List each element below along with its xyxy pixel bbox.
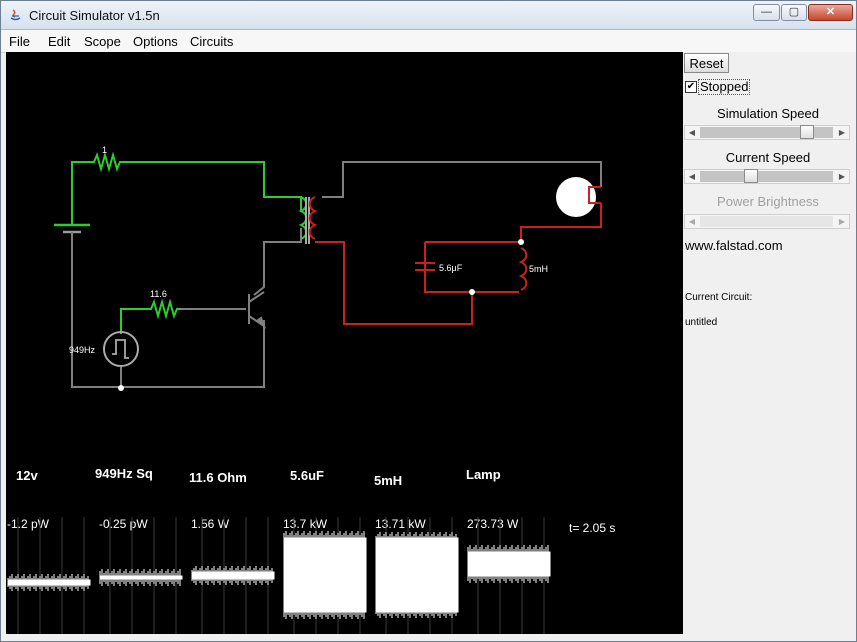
scroll-right-icon: ▶: [838, 217, 846, 226]
title-bar[interactable]: Circuit Simulator v1.5n — ▢ ✕: [1, 1, 856, 30]
slider-thumb[interactable]: [744, 169, 759, 183]
scroll-right-icon[interactable]: ▶: [836, 170, 848, 183]
app-window: Circuit Simulator v1.5n — ▢ ✕ File Edit …: [0, 0, 857, 642]
menu-edit[interactable]: Edit: [48, 34, 70, 49]
scope-name-5mh: 5mH: [374, 473, 402, 488]
java-app-icon: [10, 9, 21, 21]
scope-reading: 273.73 W: [467, 517, 519, 531]
maximize-icon: ▢: [788, 6, 800, 18]
current-speed-label: Current Speed: [725, 150, 811, 165]
time-readout: t= 2.05 s: [569, 521, 615, 535]
window-title: Circuit Simulator v1.5n: [29, 8, 160, 23]
minimize-button[interactable]: —: [753, 4, 780, 21]
resistor-11.6ohm[interactable]: [148, 298, 180, 320]
scope-gridlines: [17, 517, 545, 634]
circuit-drawing[interactable]: 1 11.6 949Hz 5.6μF 5mH 12v 949Hz Sq 11.6…: [6, 52, 683, 634]
scope-name-11.6ohm: 11.6 Ohm: [189, 470, 247, 485]
menu-file[interactable]: File: [9, 34, 30, 49]
scroll-left-icon[interactable]: ◀: [686, 170, 698, 183]
scope-area[interactable]: 12v 949Hz Sq 11.6 Ohm 5.6uF 5mH Lamp -1.…: [7, 466, 615, 634]
website-link[interactable]: www.falstad.com: [685, 238, 783, 253]
inductor-label: 5mH: [529, 264, 548, 274]
minimize-icon: —: [761, 6, 772, 18]
scope-reading: -1.2 pW: [7, 517, 50, 531]
lamp[interactable]: [556, 177, 601, 217]
simulation-speed-label: Simulation Speed: [717, 106, 819, 121]
scope-name-12v: 12v: [16, 468, 38, 483]
capacitor-label: 5.6μF: [439, 263, 463, 273]
stopped-label[interactable]: Stopped: [698, 79, 751, 95]
scroll-left-icon[interactable]: ◀: [686, 126, 698, 139]
scroll-left-icon: ◀: [688, 217, 696, 226]
npn-transistor[interactable]: [248, 291, 267, 329]
resistor-1ohm[interactable]: [91, 151, 123, 173]
source-label: 949Hz: [69, 345, 96, 355]
scope-name-lamp: Lamp: [466, 467, 501, 482]
slider-track[interactable]: [700, 171, 833, 182]
maximize-button[interactable]: ▢: [781, 4, 807, 21]
close-icon: ✕: [825, 6, 836, 18]
circuit-canvas[interactable]: 1 11.6 949Hz 5.6μF 5mH 12v 949Hz Sq 11.6…: [6, 52, 683, 634]
wires-gray[interactable]: [71, 161, 602, 388]
square-wave-source[interactable]: [103, 331, 139, 367]
node-dots: [118, 239, 524, 391]
scope-traces: [7, 531, 551, 619]
scope-name-949hz: 949Hz Sq: [95, 466, 153, 481]
transformer[interactable]: [298, 196, 318, 244]
current-speed-slider[interactable]: ◀ ▶: [684, 169, 850, 184]
menu-options[interactable]: Options: [133, 34, 178, 49]
control-panel: Reset ✔ Stopped Simulation Speed ◀ ▶ Cur…: [683, 52, 856, 634]
menu-circuits[interactable]: Circuits: [190, 34, 233, 49]
inductor-5mh[interactable]: [518, 247, 528, 291]
menu-bar: File Edit Scope Options Circuits: [1, 30, 856, 53]
stopped-checkbox[interactable]: ✔: [685, 81, 697, 93]
checkmark-icon: ✔: [686, 81, 696, 92]
reset-button[interactable]: Reset: [684, 53, 729, 73]
simulation-speed-slider[interactable]: ◀ ▶: [684, 125, 850, 140]
scope-reading: 13.7 kW: [283, 517, 328, 531]
scope-reading: 13.71 kW: [375, 517, 426, 531]
current-circuit-label: Current Circuit:: [685, 292, 753, 303]
scope-name-5.6uf: 5.6uF: [290, 468, 324, 483]
power-brightness-label: Power Brightness: [717, 194, 819, 209]
scope-reading: -0.25 pW: [99, 517, 148, 531]
current-circuit-name: untitled: [685, 317, 718, 328]
slider-track: [700, 216, 833, 227]
slider-thumb[interactable]: [799, 125, 814, 139]
power-brightness-slider: ◀ ▶: [684, 214, 850, 229]
close-button[interactable]: ✕: [808, 4, 853, 21]
menu-scope[interactable]: Scope: [84, 34, 121, 49]
resistor2-label: 11.6: [150, 289, 167, 299]
battery-12v[interactable]: [54, 223, 90, 234]
resistor1-label: 1: [102, 145, 107, 155]
scroll-right-icon[interactable]: ▶: [836, 126, 848, 139]
